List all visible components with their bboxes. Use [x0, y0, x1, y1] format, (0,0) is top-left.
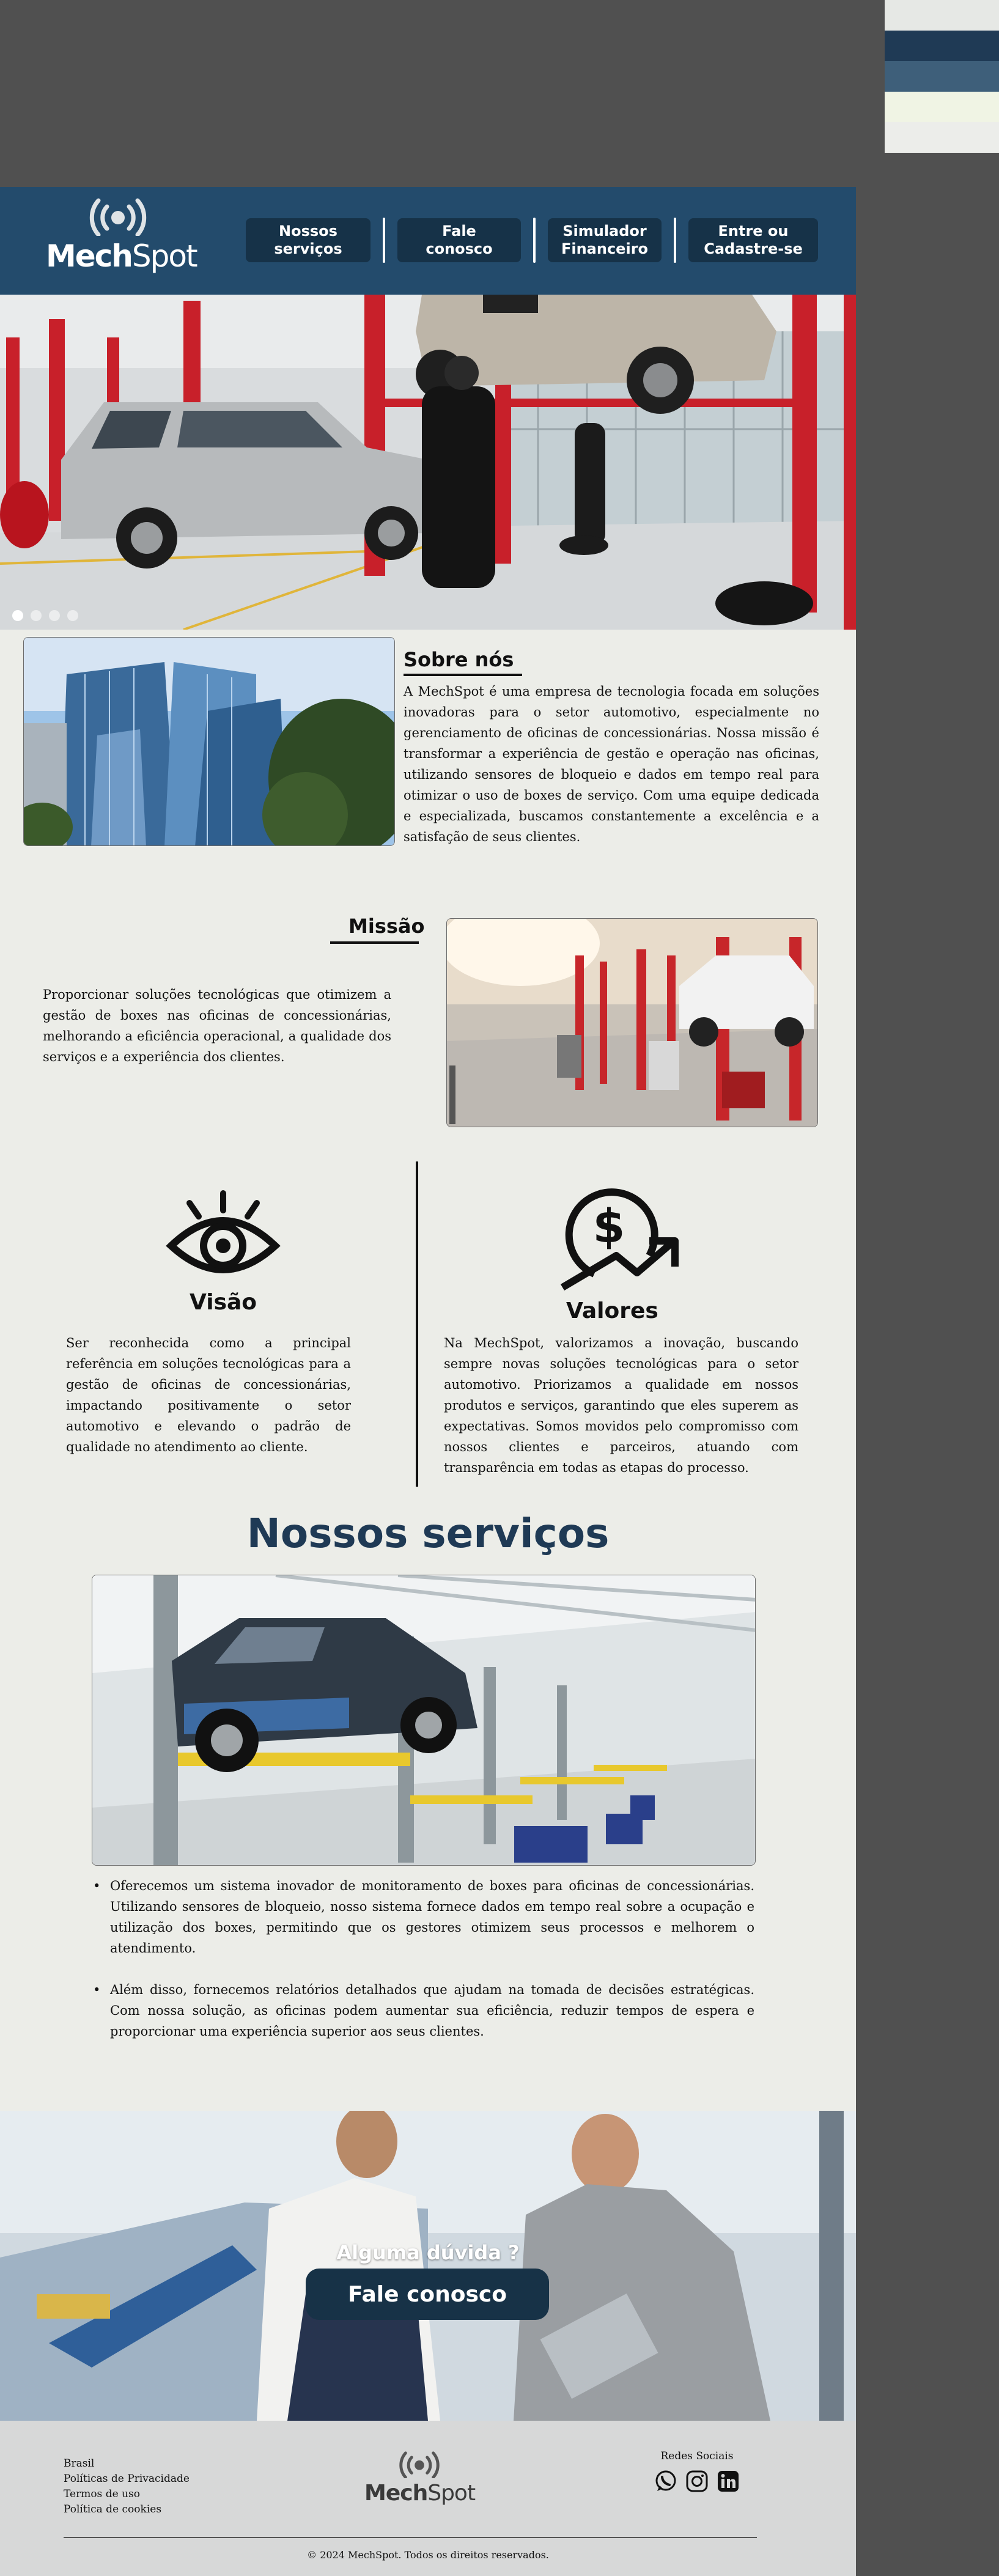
- social-links: Redes Sociais: [654, 2450, 740, 2493]
- logo-wordmark: MechSpot: [46, 238, 198, 274]
- footer-link-privacidade[interactable]: Políticas de Privacidade: [64, 2471, 190, 2487]
- fale-conosco-button[interactable]: Fale conosco: [306, 2269, 549, 2320]
- copyright-text: © 2024 MechSpot. Todos os direitos reser…: [307, 2549, 549, 2561]
- section-divider: [416, 1161, 418, 1487]
- eye-icon: [166, 1190, 281, 1273]
- carousel-dot[interactable]: [49, 610, 60, 621]
- values-title: Valores: [566, 1298, 658, 1323]
- dollar-growth-icon: $: [560, 1188, 679, 1291]
- services-lift-image: [92, 1575, 756, 1866]
- vision-title: Visão: [190, 1290, 257, 1315]
- instagram-icon[interactable]: [685, 2470, 709, 2493]
- nav-fale-conosco-button[interactable]: Fale conosco: [397, 218, 521, 262]
- hero-carousel[interactable]: [0, 295, 856, 630]
- social-label: Redes Sociais: [660, 2450, 734, 2462]
- site-header: MechSpot Nossos serviços Fale conosco Simu…: [0, 187, 856, 295]
- footer-link-termos[interactable]: Termos de uso: [64, 2487, 190, 2502]
- about-building-image: [23, 637, 395, 846]
- nav-divider: [674, 218, 676, 263]
- signal-icon: [89, 198, 146, 237]
- logo-wordmark: MechSpot: [364, 2481, 476, 2506]
- palette-swatch: [885, 0, 999, 31]
- vision-text: Ser reconhecida como a principal referên…: [66, 1336, 351, 1454]
- services-title: Nossos serviços: [246, 1510, 610, 1557]
- cta-question: Alguma dúvida ?: [336, 2241, 520, 2264]
- palette-swatch: [885, 92, 999, 122]
- web-page: MechSpot Nossos serviços Fale conosco Simu…: [0, 187, 856, 2576]
- footer-link-cookies[interactable]: Política de cookies: [64, 2502, 190, 2517]
- signal-icon: [399, 2451, 440, 2479]
- values-text: Na MechSpot, valorizamos a inovação, bus…: [444, 1336, 798, 1475]
- list-item: Oferecemos um sistema inovador de monito…: [93, 1875, 754, 1959]
- about-title-underline: [404, 674, 522, 676]
- mechspot-logo[interactable]: MechSpot: [46, 198, 198, 274]
- carousel-indicators: [12, 610, 78, 621]
- whatsapp-icon[interactable]: [654, 2470, 677, 2493]
- palette-swatch: [885, 61, 999, 92]
- contact-cta-section: Alguma dúvida ? Fale conosco: [0, 2111, 856, 2421]
- nav-divider: [383, 218, 385, 263]
- footer-divider: [64, 2537, 757, 2538]
- carousel-dot[interactable]: [31, 610, 42, 621]
- list-item: Além disso, fornecemos relatórios detalh…: [93, 1979, 754, 2042]
- mission-title-underline: [330, 941, 419, 944]
- palette-swatch: [885, 31, 999, 61]
- footer-logo[interactable]: MechSpot: [364, 2451, 476, 2506]
- svg-text:$: $: [593, 1199, 625, 1253]
- color-palette: [885, 0, 999, 153]
- footer-link-brasil[interactable]: Brasil: [64, 2456, 190, 2471]
- about-text: A MechSpot é uma empresa de tecnologia f…: [404, 684, 819, 844]
- nav-divider: [533, 218, 536, 263]
- mission-title: Missão: [348, 914, 425, 938]
- nav-simulador-financeiro-button[interactable]: Simulador Financeiro: [548, 218, 662, 262]
- about-title: Sobre nós: [404, 648, 514, 671]
- nav-nossos-servicos-button[interactable]: Nossos serviços: [246, 218, 370, 262]
- nav-entre-cadastre-button[interactable]: Entre ou Cadastre-se: [688, 218, 818, 262]
- services-list: Oferecemos um sistema inovador de monito…: [93, 1875, 754, 2063]
- main-nav: Nossos serviços Fale conosco Simulador Fina…: [246, 218, 818, 263]
- mission-workshop-image: [446, 918, 818, 1127]
- hero-image: [0, 295, 856, 630]
- cta-background-image: [0, 2111, 856, 2421]
- footer-links: Brasil Políticas de Privacidade Termos d…: [64, 2456, 190, 2517]
- linkedin-icon[interactable]: [717, 2470, 740, 2493]
- carousel-dot[interactable]: [12, 610, 23, 621]
- palette-swatch: [885, 122, 999, 153]
- site-footer: Brasil Políticas de Privacidade Termos d…: [0, 2421, 856, 2576]
- carousel-dot[interactable]: [67, 610, 78, 621]
- mission-text: Proporcionar soluções tecnológicas que o…: [43, 987, 391, 1064]
